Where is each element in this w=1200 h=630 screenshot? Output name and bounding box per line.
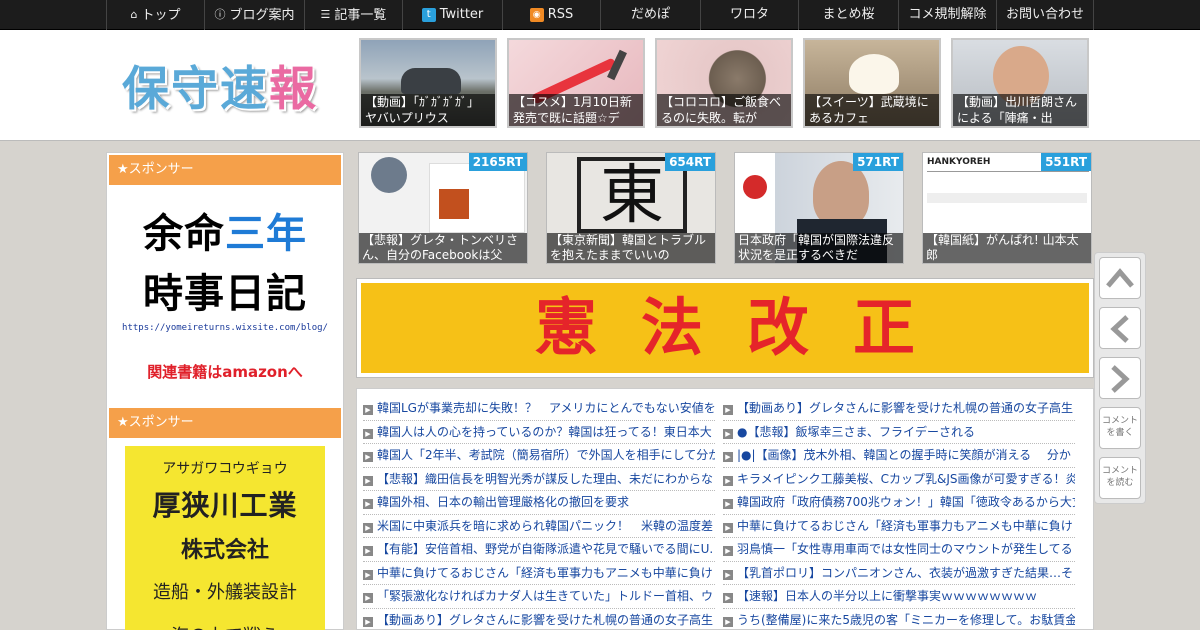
site-header: 保守速報 【動画】「ｶﾞｶﾞｶﾞｶﾞ」ヤバいプリウス 【コスメ】1月10日新発売… [0, 30, 1200, 141]
arrow-icon: ▶ [723, 428, 733, 439]
list-item[interactable]: ▶ うち(整備屋)に来た5歳児の客「ミニカーを修理して。お駄賃金 [723, 609, 1075, 630]
rt-count-badge: 654RT [665, 153, 715, 171]
header-thumb-5[interactable]: 【動画】出川哲朗さんによる「陣痛・出 [951, 38, 1089, 128]
rt-count-badge: 571RT [853, 153, 903, 171]
rt-post-1[interactable]: 2165RT 【悲報】グレタ・トンベリさん、自分のFacebookは父 [358, 152, 528, 264]
list-item[interactable]: ▶ 【悲報】織田信長を明智光秀が謀反した理由、未だにわからな [363, 468, 715, 491]
nav-item-comment-unblock[interactable]: コメ規制解除 [898, 0, 996, 30]
header-thumb-2[interactable]: 【コスメ】1月10日新発売で既に話題☆デ [507, 38, 645, 128]
next-button[interactable] [1099, 357, 1141, 399]
arrow-icon: ▶ [363, 499, 373, 509]
header-thumb-3[interactable]: 【コロコロ】ご飯食べるのに失敗。転が [655, 38, 793, 128]
list-item[interactable]: ▶ 韓国LGが事業売却に失敗！？ アメリカにとんでもない安値を [363, 397, 715, 421]
chevron-up-icon [1106, 268, 1134, 288]
nav-item-contact[interactable]: お問い合わせ [996, 0, 1094, 30]
chevron-left-icon [1110, 315, 1129, 343]
arrow-icon: ▶ [363, 546, 373, 556]
nav-item-warota[interactable]: ワロタ [700, 0, 798, 30]
arrow-icon: ▶ [363, 475, 373, 486]
arrow-icon: ▶ [723, 405, 733, 415]
nav-item-matome-sakura[interactable]: まとめ桜 [798, 0, 898, 30]
scroll-top-button[interactable] [1099, 257, 1141, 299]
list-icon: ☰ [320, 8, 331, 21]
nav-item-twitter[interactable]: t Twitter [402, 0, 502, 30]
list-item[interactable]: ▶ 中華に負けてるおじさん「経済も軍事力もアニメも中華に負け [723, 515, 1075, 538]
home-icon: ⌂ [130, 8, 138, 21]
sponsor-heading: ★スポンサー [109, 408, 341, 438]
floating-nav: コメントを書く コメントを読む [1094, 252, 1146, 504]
site-logo[interactable]: 保守速報 [122, 50, 318, 119]
arrow-icon: ▶ [363, 428, 373, 439]
nav-item-blog-guide[interactable]: ⓘ ブログ案内 [204, 0, 304, 30]
list-item[interactable]: ▶ 韓国人「2年半、考試院（簡易宿所）で外国人を相手にして分か [363, 444, 715, 468]
rss-icon: ◉ [529, 8, 544, 22]
arrow-icon: ▶ [723, 475, 733, 486]
rt-post-3[interactable]: 571RT 日本政府「韓国が国際法違反状況を是正するべきだ [734, 152, 904, 264]
nav-item-top[interactable]: ⌂ トップ [106, 0, 204, 30]
arrow-icon: ▶ [363, 569, 373, 580]
previous-button[interactable] [1099, 307, 1141, 349]
list-item[interactable]: ▶ 【乳首ポロリ】コンパニオンさん、衣装が過激すぎた結果…そ [723, 562, 1075, 585]
sidebar: ★スポンサー 余命三年 時事日記 https://yomeireturns.wi… [106, 152, 344, 630]
list-item[interactable]: ▶ 【有能】安倍首相、野党が自衛隊派遣や花見で騒いでる間にU. [363, 538, 715, 562]
news-column-left: ▶ 韓国LGが事業売却に失敗！？ アメリカにとんでもない安値を ▶ 韓国人は人の心を… [363, 397, 715, 630]
arrow-icon: ▶ [723, 616, 733, 627]
list-item[interactable]: ▶ |●|【画像】茂木外相、韓国との握手時に笑顔が消える 分か [723, 444, 1075, 468]
top-navigation-bar: ⌂ トップ ⓘ ブログ案内 ☰ 記事一覧 t Twitter ◉ RSS だめぽ ワロタ … [0, 0, 1200, 30]
rt-post-4[interactable]: HANKYOREH 551RT 【韓国紙】がんばれ! 山本太郎 [922, 152, 1092, 264]
list-item[interactable]: ▶ ●【悲報】飯塚幸三さま、フライデーされる [723, 421, 1075, 444]
news-column-right: ▶ 【動画あり】グレタさんに影響を受けた札幌の普通の女子高生 ▶ ●【悲報】飯塚幸三… [723, 397, 1075, 630]
list-item[interactable]: ▶ 米国に中東派兵を暗に求められ韓国パニック！ 米韓の温度差 [363, 515, 715, 538]
rt-count-badge: 2165RT [468, 153, 527, 171]
list-item[interactable]: ▶ 韓国外相、日本の輸出管理厳格化の撤回を要求 [363, 491, 715, 515]
list-item[interactable]: ▶ キラメイピンク工藤美桜、Cカップ乳&JS画像が可愛すぎる！炎 [723, 468, 1075, 491]
info-icon: ⓘ [214, 8, 226, 21]
arrow-icon: ▶ [723, 546, 733, 556]
read-comment-button[interactable]: コメントを読む [1099, 457, 1141, 499]
rt-post-2[interactable]: 東 654RT 【東京新聞】韓国とトラブルを抱えたままでいいの [546, 152, 716, 264]
chevron-right-icon [1111, 365, 1130, 393]
twitter-icon: t [421, 8, 436, 22]
list-item[interactable]: ▶ 羽鳥慎一「女性専用車両では女性同士のマウントが発生してる [723, 538, 1075, 562]
list-item[interactable]: ▶ 韓国政府「政府債務700兆ウォン！」韓国「徳政令あるから大丈 [723, 491, 1075, 515]
rt-count-badge: 551RT [1041, 153, 1091, 171]
arrow-icon: ▶ [363, 616, 373, 627]
list-item[interactable]: ▶ 【動画あり】グレタさんに影響を受けた札幌の普通の女子高生 [723, 397, 1075, 421]
sponsor-heading: ★スポンサー [109, 155, 341, 185]
arrow-icon: ▶ [363, 405, 373, 415]
arrow-icon: ▶ [723, 452, 733, 462]
arrow-icon: ▶ [363, 452, 373, 462]
arrow-icon: ▶ [723, 593, 733, 603]
ad-asagawa-kogyo[interactable]: アサガワコウギョウ 厚狭川工業 株式会社 造船・外艤装設計 海の上で戦う [125, 446, 325, 630]
arrow-icon: ▶ [723, 569, 733, 580]
news-list: ▶ 韓国LGが事業売却に失敗！？ アメリカにとんでもない安値を ▶ 韓国人は人の心を… [356, 388, 1094, 630]
arrow-icon: ▶ [723, 499, 733, 509]
nav-item-damepo[interactable]: だめぽ [600, 0, 700, 30]
list-item[interactable]: ▶ 【速報】日本人の半分以上に衝撃事実ｗｗｗｗｗｗｗｗ [723, 585, 1075, 609]
arrow-icon: ▶ [363, 522, 373, 533]
header-thumb-1[interactable]: 【動画】「ｶﾞｶﾞｶﾞｶﾞ」ヤバいプリウス [359, 38, 497, 128]
kenpo-kaisei-banner[interactable]: 憲法改正 [356, 278, 1094, 378]
list-item[interactable]: ▶ 【動画あり】グレタさんに影響を受けた札幌の普通の女子高生 [363, 609, 715, 630]
ad-yomei-sannen[interactable]: 余命三年 時事日記 https://yomeireturns.wixsite.c… [117, 201, 333, 381]
write-comment-button[interactable]: コメントを書く [1099, 407, 1141, 449]
nav-item-rss[interactable]: ◉ RSS [502, 0, 600, 30]
list-item[interactable]: ▶ 韓国人は人の心を持っているのか？韓国は狂ってる！東日本大 [363, 421, 715, 444]
arrow-icon: ▶ [363, 593, 373, 603]
nav-item-article-list[interactable]: ☰ 記事一覧 [304, 0, 402, 30]
list-item[interactable]: ▶ 中華に負けてるおじさん「経済も軍事力もアニメも中華に負け [363, 562, 715, 585]
arrow-icon: ▶ [723, 522, 733, 533]
header-thumb-4[interactable]: 【スイーツ】武蔵境にあるカフェ [803, 38, 941, 128]
list-item[interactable]: ▶ 「緊張激化なければカナダ人は生きていた」トルドー首相、ウ [363, 585, 715, 609]
